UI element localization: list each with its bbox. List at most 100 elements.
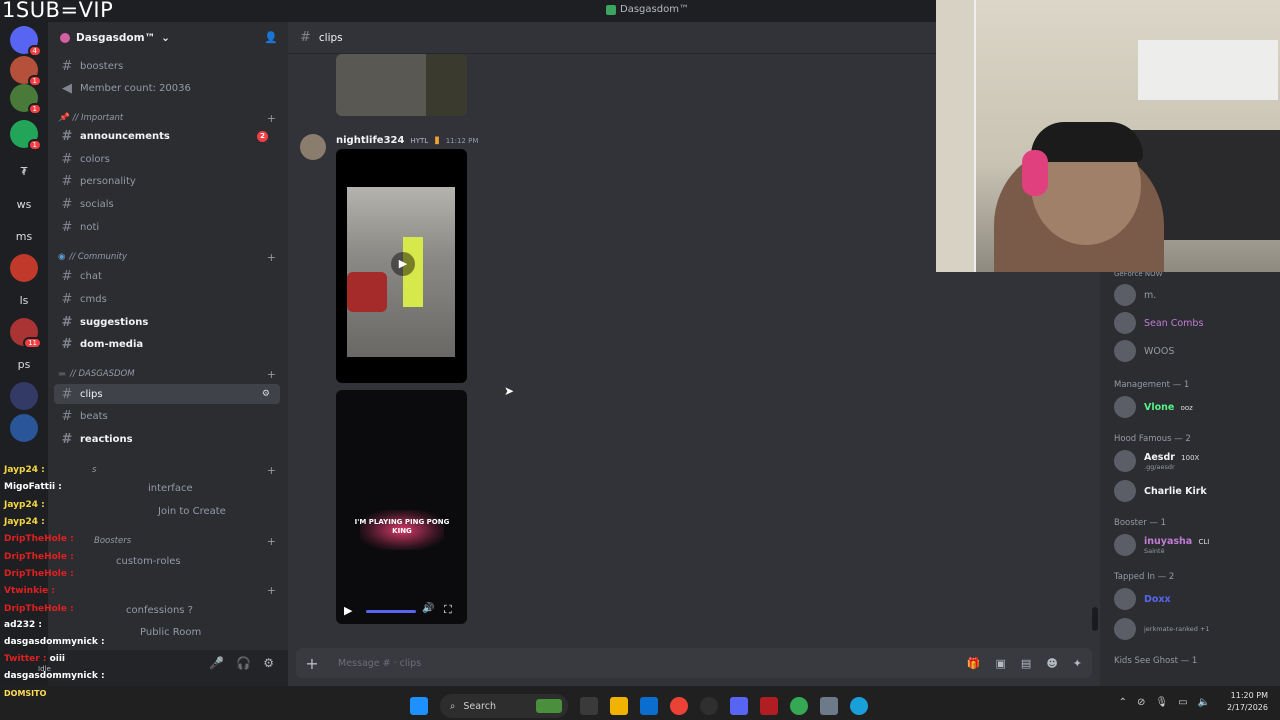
member-item[interactable]: Sean Combs: [1114, 312, 1203, 334]
server-icon[interactable]: 4: [10, 26, 42, 57]
gif-icon[interactable]: ▣: [996, 657, 1006, 670]
add-channel-icon[interactable]: +: [267, 112, 276, 125]
apps-icon[interactable]: ✦: [1073, 657, 1082, 670]
avatar[interactable]: [300, 134, 326, 160]
video-attachment-1[interactable]: ▶: [336, 149, 467, 383]
headphones-icon[interactable]: 🎧: [236, 656, 251, 670]
category-community[interactable]: ◉// Community +: [58, 250, 280, 264]
server-icon[interactable]: [10, 382, 38, 410]
channel-colors[interactable]: # colors: [54, 149, 280, 169]
clock-time: 11:20 PM: [1230, 691, 1268, 700]
settings-icon[interactable]: [820, 697, 838, 715]
channel-reactions[interactable]: # reactions: [54, 429, 280, 449]
server-icon[interactable]: 1: [10, 56, 42, 87]
chrome-2-icon[interactable]: [790, 697, 808, 715]
category-important[interactable]: 📌// Important +: [58, 111, 280, 125]
category-other[interactable]: +: [58, 583, 280, 597]
category-voice[interactable]: s +: [58, 463, 280, 477]
fullscreen-icon[interactable]: ⛶: [444, 603, 452, 617]
chrome-icon[interactable]: [670, 697, 688, 715]
server-icon[interactable]: 1: [10, 84, 42, 115]
avatar: [1114, 618, 1136, 640]
channel-interface[interactable]: interface: [118, 478, 278, 498]
file-explorer-icon[interactable]: [610, 697, 628, 715]
channel-settings-icon[interactable]: ⚙: [262, 389, 270, 399]
member-item[interactable]: inuyasha CLI Sainté: [1114, 534, 1209, 556]
member-item[interactable]: Doxx: [1114, 588, 1171, 610]
guild-header[interactable]: Dasgasdom™ ⌄ 👤: [48, 22, 288, 54]
channel-join-to-create[interactable]: Join to Create: [118, 501, 278, 521]
scrollbar[interactable]: [1092, 607, 1098, 631]
add-channel-icon[interactable]: +: [267, 464, 276, 477]
server-icon[interactable]: [10, 414, 38, 442]
gift-icon[interactable]: 🎁: [967, 657, 981, 670]
server-icon[interactable]: ls: [10, 286, 38, 314]
volume-tray-icon[interactable]: 🔈: [1198, 697, 1210, 708]
server-icon[interactable]: ps: [10, 350, 38, 378]
channel-socials[interactable]: # socials: [54, 194, 280, 214]
add-attachment-icon[interactable]: +: [296, 654, 328, 673]
mic-tray-icon[interactable]: 🎙: [1155, 697, 1168, 708]
acrobat-icon[interactable]: [760, 697, 778, 715]
channel-suggestions[interactable]: # suggestions: [54, 312, 280, 332]
add-channel-icon[interactable]: +: [267, 535, 276, 548]
hash-icon: #: [61, 128, 73, 144]
member-item[interactable]: jerkmate-ranked +1: [1114, 618, 1210, 640]
display-icon[interactable]: ▭: [1178, 697, 1187, 708]
author-name[interactable]: nightlife324: [336, 135, 404, 146]
member-item[interactable]: Aesdr 100X .gg/aesdr: [1114, 450, 1199, 472]
add-channel-icon[interactable]: +: [267, 584, 276, 597]
message-input[interactable]: Message # · clips: [338, 658, 421, 669]
chevron-up-icon[interactable]: ⌃: [1119, 697, 1127, 708]
previous-image-attachment[interactable]: [336, 54, 467, 116]
gear-icon[interactable]: ⚙: [263, 656, 274, 670]
play-icon[interactable]: ▶: [391, 252, 415, 276]
category-boosters[interactable]: Boosters +: [58, 534, 280, 548]
avatar: [1114, 340, 1136, 362]
channel-cmds[interactable]: # cmds: [54, 289, 280, 309]
sticker-icon[interactable]: ▤: [1021, 657, 1031, 670]
channel-confessions[interactable]: confessions ?: [54, 600, 280, 620]
clock[interactable]: 11:20 PM 2/17/2026: [1227, 690, 1268, 714]
member-item[interactable]: Vlone ooz: [1114, 396, 1193, 418]
channel-noti[interactable]: # noti: [54, 217, 280, 237]
category-dasgasdom[interactable]: ▬// DASGASDOM +: [58, 367, 280, 381]
store-icon[interactable]: [640, 697, 658, 715]
channel-dom-media[interactable]: # dom-media: [54, 334, 280, 354]
edge-icon[interactable]: [850, 697, 868, 715]
channel-personality[interactable]: # personality: [54, 171, 280, 191]
add-channel-icon[interactable]: +: [267, 251, 276, 264]
discord-icon[interactable]: [730, 697, 748, 715]
server-icon[interactable]: 1: [10, 120, 42, 151]
obs-icon[interactable]: [700, 697, 718, 715]
channel-chat[interactable]: # chat: [54, 266, 280, 286]
volume-icon[interactable]: 🔊: [422, 603, 434, 614]
member-item[interactable]: m.: [1114, 284, 1156, 306]
volume-slider[interactable]: [366, 610, 416, 613]
server-icon[interactable]: ₮: [10, 157, 38, 185]
video-attachment-2[interactable]: I'M PLAYING PING PONG KING ▶ 🔊 ⛶: [336, 390, 467, 624]
invite-people-icon[interactable]: 👤: [264, 31, 278, 44]
member-item[interactable]: WOOS: [1114, 340, 1174, 362]
add-channel-icon[interactable]: +: [267, 368, 276, 381]
server-icon[interactable]: ms: [10, 222, 38, 250]
server-icon[interactable]: ws: [10, 190, 38, 218]
window-blinds: [1138, 40, 1278, 100]
channel-beats[interactable]: # beats: [54, 406, 280, 426]
server-icon[interactable]: 11: [10, 318, 42, 349]
channel-custom-roles[interactable]: custom-roles: [54, 551, 280, 571]
channel-member-count[interactable]: ◀ Member count: 20036: [54, 78, 280, 98]
start-icon[interactable]: [410, 697, 428, 715]
message-composer[interactable]: + Message # · clips 🎁 ▣ ▤ ☻ ✦: [296, 648, 1092, 678]
channel-announcements[interactable]: # announcements 2: [54, 126, 280, 146]
emoji-icon[interactable]: ☻: [1046, 657, 1057, 670]
play-icon[interactable]: ▶: [344, 604, 352, 617]
member-item[interactable]: Charlie Kirk: [1114, 480, 1207, 502]
channel-clips[interactable]: # clips ⚙: [54, 384, 280, 404]
taskbar-search[interactable]: ⌕ Search: [440, 694, 568, 718]
microphone-icon[interactable]: 🎤: [209, 656, 224, 670]
server-icon[interactable]: [10, 254, 38, 282]
network-icon[interactable]: ⊘: [1137, 697, 1145, 708]
task-view-icon[interactable]: [580, 697, 598, 715]
channel-boosters[interactable]: # boosters: [54, 56, 280, 76]
